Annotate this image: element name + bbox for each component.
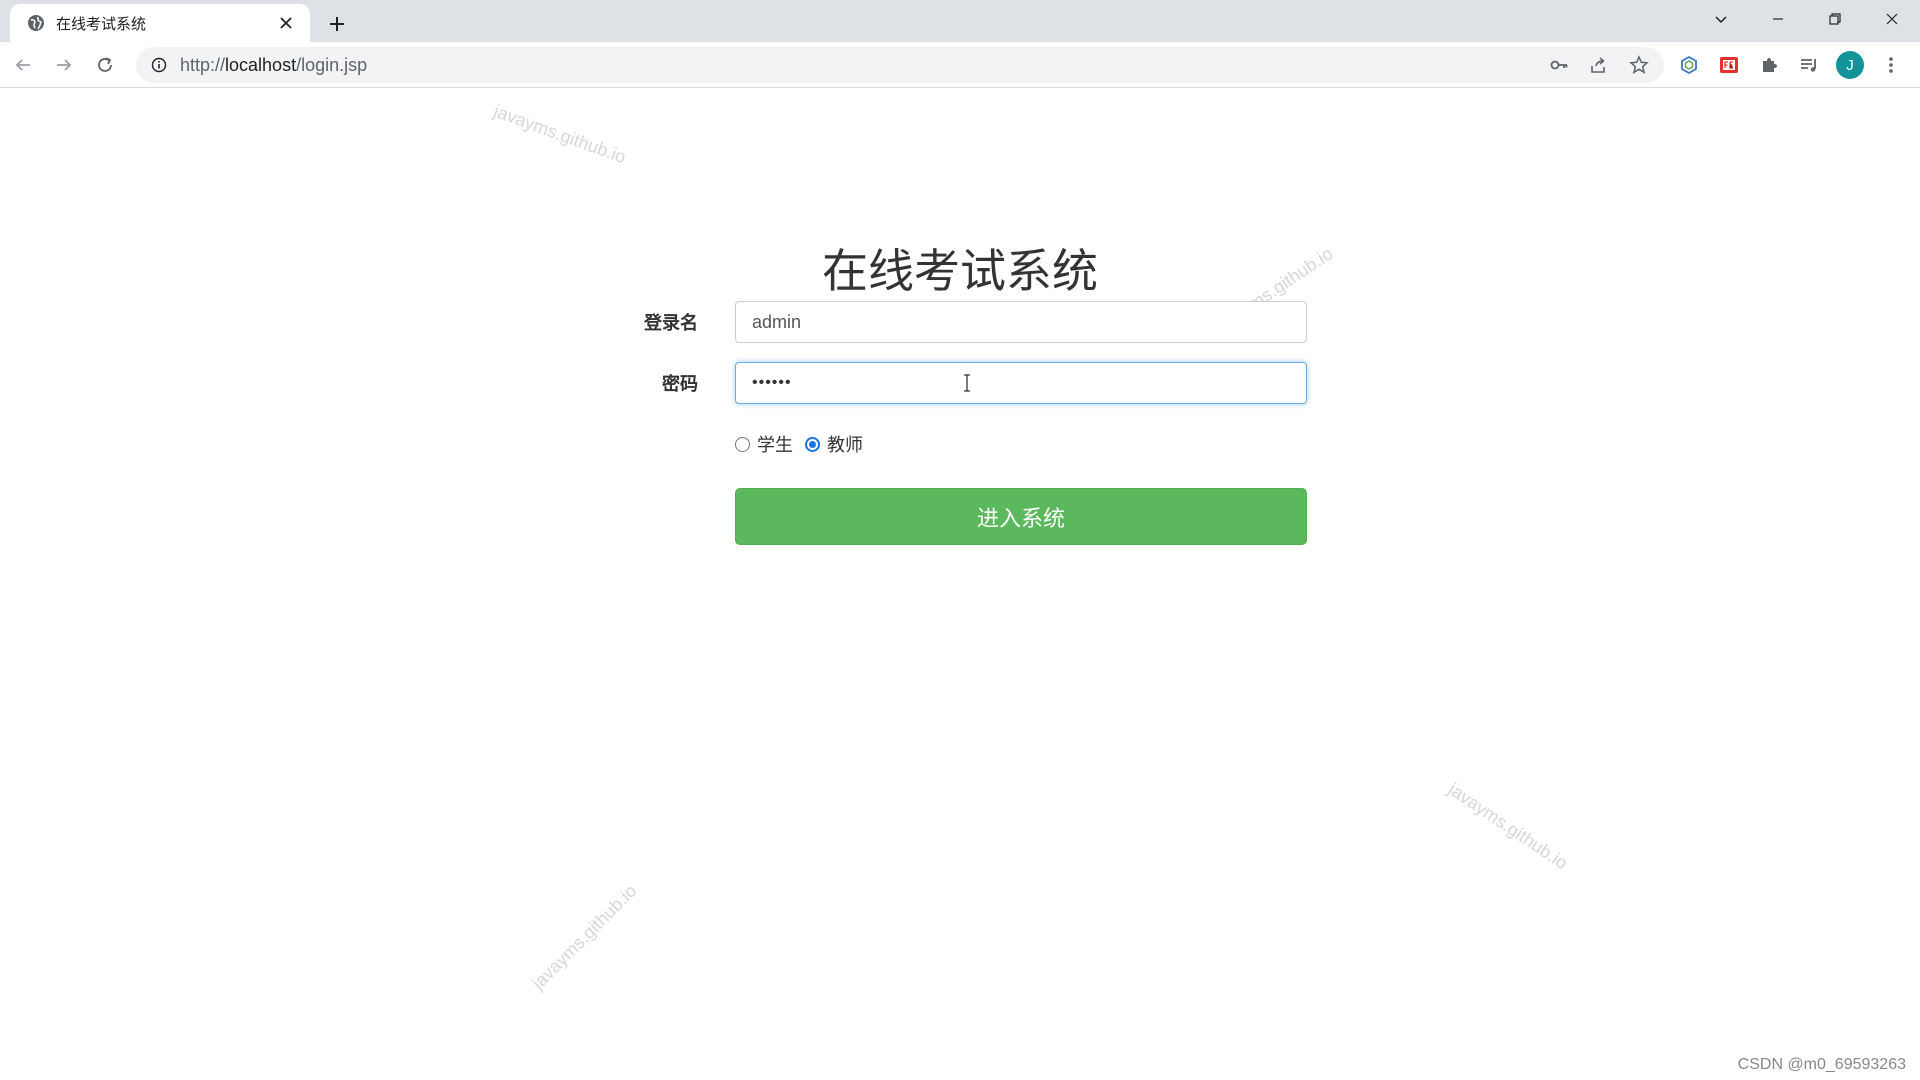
role-student-radio[interactable]	[735, 436, 750, 452]
omnibox-actions	[1546, 52, 1652, 78]
enter-system-button[interactable]: 进入系统	[735, 488, 1307, 545]
minimize-icon[interactable]	[1749, 0, 1806, 38]
window-controls	[1692, 0, 1920, 38]
page-title: 在线考试系统	[822, 244, 1098, 298]
watermark: javayms.github.io	[528, 880, 641, 994]
bookmark-star-icon[interactable]	[1626, 52, 1652, 78]
url-path: /login.jsp	[296, 54, 368, 75]
browser-toolbar: http://localhost/login.jsp J	[0, 42, 1920, 88]
password-row: 密码 ••••••	[600, 362, 1310, 404]
username-row: 登录名 admin	[600, 301, 1310, 343]
password-label: 密码	[662, 374, 698, 394]
role-student-label: 学生	[757, 435, 793, 455]
new-tab-button[interactable]	[322, 9, 352, 39]
globe-icon	[26, 13, 46, 33]
url-text: http://localhost/login.jsp	[180, 55, 1546, 76]
role-teacher-label: 教师	[827, 435, 863, 455]
login-page: javayms.github.io javayms.github.io java…	[0, 89, 1920, 1080]
extension-icons: J	[1676, 47, 1904, 83]
tab-title: 在线考试系统	[56, 15, 147, 33]
role-teacher-option[interactable]: 教师	[805, 431, 863, 457]
restore-icon[interactable]	[1806, 0, 1863, 38]
url-scheme: http://	[180, 54, 226, 75]
info-icon[interactable]	[148, 54, 170, 76]
username-input[interactable]: admin	[735, 301, 1307, 343]
tab-active[interactable]: 在线考试系统	[10, 4, 310, 42]
role-student-option[interactable]: 学生	[735, 431, 793, 457]
text-cursor-icon	[964, 374, 970, 392]
chevron-down-icon[interactable]	[1692, 0, 1749, 38]
back-icon[interactable]	[5, 47, 41, 83]
role-selector: 学生 教师	[735, 431, 863, 457]
url-host: localhost	[225, 54, 297, 75]
watermark: javayms.github.io	[1444, 779, 1572, 874]
profile-avatar[interactable]: J	[1836, 51, 1864, 79]
hexagon-extension-icon[interactable]	[1676, 52, 1702, 78]
key-icon[interactable]	[1546, 52, 1572, 78]
role-teacher-radio[interactable]	[805, 436, 820, 452]
password-value: ••••••	[752, 374, 792, 391]
address-bar[interactable]: http://localhost/login.jsp	[136, 47, 1664, 83]
reading-list-icon[interactable]	[1796, 52, 1822, 78]
username-label: 登录名	[644, 313, 698, 333]
reload-icon[interactable]	[87, 47, 123, 83]
close-icon[interactable]	[274, 11, 298, 35]
fe-extension-icon[interactable]	[1716, 52, 1742, 78]
password-input[interactable]: ••••••	[735, 362, 1307, 404]
username-value: admin	[752, 311, 802, 332]
window-close-icon[interactable]	[1863, 0, 1920, 38]
more-vert-icon[interactable]	[1878, 52, 1904, 78]
puzzle-icon[interactable]	[1756, 52, 1782, 78]
tab-strip: 在线考试系统	[0, 0, 1920, 42]
footer-credit: CSDN @m0_69593263	[1737, 1056, 1906, 1073]
forward-icon[interactable]	[46, 47, 82, 83]
browser-window: 在线考试系统 http://localhost/login.jsp J java…	[0, 0, 1920, 1080]
share-icon[interactable]	[1586, 52, 1612, 78]
watermark: javayms.github.io	[491, 101, 629, 168]
